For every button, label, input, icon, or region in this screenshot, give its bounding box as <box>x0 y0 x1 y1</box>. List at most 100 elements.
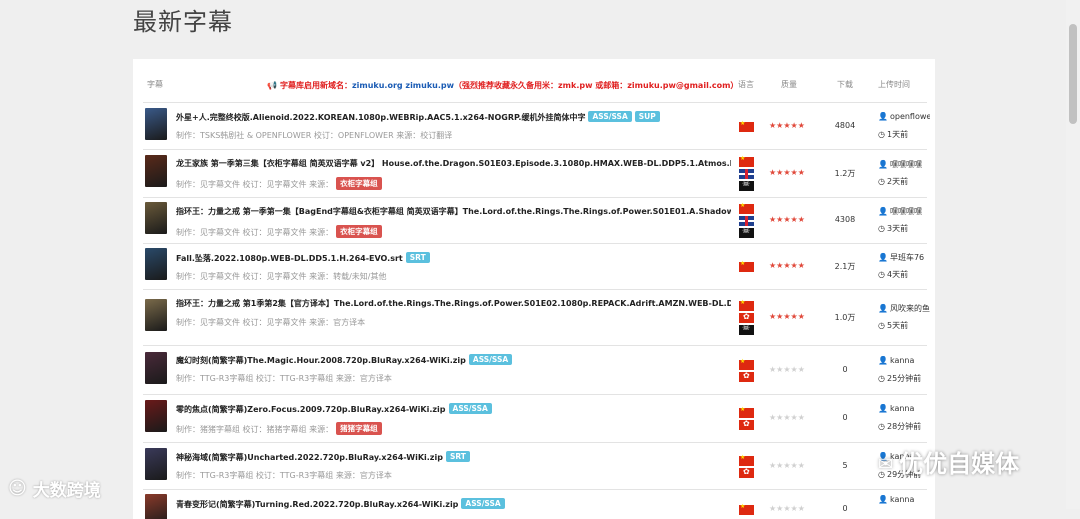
subtitle-title-link[interactable]: 青春变形记(简繁字幕)Turning.Red.2022.720p.BluRay.… <box>176 498 505 510</box>
table-row[interactable]: 神秘海域(简繁字幕)Uncharted.2022.720p.BluRay.x26… <box>133 443 935 490</box>
uploader[interactable]: 👤 嘿嘿嘿嘿 <box>878 206 922 217</box>
watermark-right-text: 优优自媒体 <box>899 450 1020 478</box>
clock-icon: ◷ <box>878 422 885 431</box>
upload-time-text: 25分钟前 <box>886 373 922 383</box>
subtitle-meta: 制作：TTG-R3字幕组 校订：TTG-R3字幕组 来源：官方译本 <box>176 373 392 384</box>
format-badge: SRT <box>445 451 470 462</box>
format-badge: ASS/SSA <box>468 354 513 365</box>
table-row[interactable]: Fall.坠落.2022.1080p.WEB-DL.DD5.1.H.264-EV… <box>133 244 935 290</box>
rating-stars: ★★★★★ <box>769 365 805 374</box>
uploader-name[interactable]: 嘿嘿嘿嘿 <box>890 160 922 169</box>
cn-flag-icon <box>739 120 754 132</box>
clock-icon: ◷ <box>878 177 885 186</box>
table-row[interactable]: 指环王：力量之戒 第1季第2集【官方译本】The.Lord.of.the.Rin… <box>133 290 935 346</box>
upload-time: ◷ 3天前 <box>878 223 908 234</box>
poster-thumbnail[interactable] <box>145 299 167 331</box>
star-icon: ★ <box>783 460 791 470</box>
subtitle-title-text[interactable]: Fall.坠落.2022.1080p.WEB-DL.DD5.1.H.264-EV… <box>176 254 403 263</box>
uploader-name[interactable]: 风吹来的鱼 <box>890 304 930 313</box>
poster-thumbnail[interactable] <box>145 202 167 234</box>
uploader[interactable]: 👤openflower <box>878 112 930 121</box>
subtitle-title-link[interactable]: 魔幻时刻(简繁字幕)The.Magic.Hour.2008.720p.BluRa… <box>176 354 513 366</box>
subtitle-meta-text: 制作：见字幕文件 校订：见字幕文件 来源： <box>176 228 334 237</box>
subtitle-title-link[interactable]: Fall.坠落.2022.1080p.WEB-DL.DD5.1.H.264-EV… <box>176 252 430 264</box>
table-row[interactable]: 指环王：力量之戒 第一季第一集【BagEnd字幕组&衣柜字幕组 简英双语字幕】T… <box>133 198 935 244</box>
upload-time: ◷ 25分钟前 <box>878 373 921 384</box>
clock-icon: ◷ <box>878 224 885 233</box>
star-icon: ★ <box>790 312 798 321</box>
download-count: 1.2万 <box>834 169 856 178</box>
notice-domains[interactable]: zimuku.org zimuku.pw <box>352 81 454 90</box>
column-header-downloads: 下载 <box>837 80 853 89</box>
star-icon: ★ <box>783 364 791 374</box>
subtitle-title-text[interactable]: 青春变形记(简繁字幕)Turning.Red.2022.720p.BluRay.… <box>176 500 458 509</box>
uploader-name[interactable]: kanna <box>890 356 914 365</box>
uploader-name[interactable]: 早班车76 <box>890 253 924 262</box>
subtitle-meta-text: 制作：见字幕文件 校订：见字幕文件 来源：官方译本 <box>176 318 366 327</box>
cn-flag-icon <box>739 155 754 167</box>
subtitle-title-text[interactable]: 神秘海域(简繁字幕)Uncharted.2022.720p.BluRay.x26… <box>176 453 443 462</box>
source-badge[interactable]: 衣柜字幕组 <box>336 177 382 190</box>
poster-thumbnail[interactable] <box>145 107 167 140</box>
subtitle-title-link[interactable]: 零的焦点(简繁字幕)Zero.Focus.2009.720p.BluRay.x2… <box>176 403 492 415</box>
uploader[interactable]: 👤 早班车76 <box>878 252 924 263</box>
uploader-name[interactable]: 嘿嘿嘿嘿 <box>890 207 922 216</box>
upload-time: ◷ 28分钟前 <box>878 421 921 432</box>
uploader-name[interactable]: kanna <box>890 404 914 413</box>
cn-flag-icon <box>739 299 754 311</box>
table-row[interactable]: 龙王家族 第一季第三集【衣柜字幕组 简英双语字幕 v2】 House.of.th… <box>133 150 935 198</box>
source-badge[interactable]: 衣柜字幕组 <box>336 225 382 238</box>
subtitle-meta: 制作：猪猪字幕组 校订：猪猪字幕组 来源： 猪猪字幕组 <box>176 422 382 435</box>
user-icon: 👤 <box>878 404 888 413</box>
subtitle-meta: 制作：TSKS韩剧社 & OPENFLOWER 校订：OPENFLOWER 来源… <box>176 130 452 141</box>
subtitle-title-link[interactable]: 外星+人.完整终校版.Alienoid.2022.KOREAN.1080p.WE… <box>176 111 660 123</box>
poster-thumbnail[interactable] <box>145 351 167 384</box>
watermark-left-text: 大数跨境 <box>32 481 101 501</box>
star-icon: ★ <box>790 460 798 470</box>
subtitle-title-text[interactable]: 魔幻时刻(简繁字幕)The.Magic.Hour.2008.720p.BluRa… <box>176 356 466 365</box>
subtitle-title-link[interactable]: 指环王：力量之戒 第一季第一集【BagEnd字幕组&衣柜字幕组 简英双语字幕】T… <box>176 206 731 217</box>
subtitle-title-text[interactable]: 外星+人.完整终校版.Alienoid.2022.KOREAN.1080p.WE… <box>176 113 585 122</box>
uploader-name[interactable]: kanna <box>890 495 914 504</box>
star-icon: ★ <box>783 168 791 177</box>
cn-flag-icon <box>739 503 754 515</box>
subtitle-title-link[interactable]: 龙王家族 第一季第三集【衣柜字幕组 简英双语字幕 v2】 House.of.th… <box>176 158 731 169</box>
download-count: 0 <box>842 364 848 374</box>
user-icon: 👤 <box>878 111 888 121</box>
subtitle-meta: 制作：TTG-R3字幕组 校订：TTG-R3字幕组 来源：官方译本 <box>176 470 392 481</box>
table-row[interactable]: 青春变形记(简繁字幕)Turning.Red.2022.720p.BluRay.… <box>133 490 935 519</box>
uploader[interactable]: 👤 kanna <box>878 404 914 413</box>
column-header-rating: 质量 <box>781 80 797 89</box>
uploader-name[interactable]: openflower <box>890 112 930 121</box>
scrollbar-track[interactable] <box>1066 0 1080 509</box>
uploader[interactable]: 👤 嘿嘿嘿嘿 <box>878 159 922 170</box>
subtitle-title-text[interactable]: 零的焦点(简繁字幕)Zero.Focus.2009.720p.BluRay.x2… <box>176 405 446 414</box>
poster-thumbnail[interactable] <box>145 400 167 432</box>
star-icon: ★ <box>797 120 805 130</box>
cn-flag-icon <box>739 358 754 370</box>
table-row[interactable]: 外星+人.完整终校版.Alienoid.2022.KOREAN.1080p.WE… <box>133 103 935 150</box>
cn-flag-icon <box>739 406 754 418</box>
scrollbar-thumb[interactable] <box>1069 24 1077 124</box>
uploader[interactable]: 👤 kanna <box>878 356 914 365</box>
poster-thumbnail[interactable] <box>145 447 167 480</box>
watermark-right: ✉ 优优自媒体 <box>878 444 1019 479</box>
subtitle-title-text[interactable]: 指环王：力量之戒 第一季第一集【BagEnd字幕组&衣柜字幕组 简英双语字幕】T… <box>176 207 731 216</box>
uploader[interactable]: 👤 风吹来的鱼 <box>878 303 930 314</box>
subtitle-title-link[interactable]: 神秘海域(简繁字幕)Uncharted.2022.720p.BluRay.x26… <box>176 451 470 463</box>
star-icon: ★ <box>783 120 791 130</box>
poster-thumbnail[interactable] <box>145 155 167 187</box>
poster-thumbnail[interactable] <box>145 248 167 280</box>
subtitle-title-link[interactable]: 指环王：力量之戒 第1季第2集【官方译本】The.Lord.of.the.Rin… <box>176 298 731 309</box>
subtitle-title-text[interactable]: 龙王家族 第一季第三集【衣柜字幕组 简英双语字幕 v2】 House.of.th… <box>176 159 731 168</box>
column-header-subtitle: 字幕 <box>147 80 163 89</box>
upload-time-text: 1天前 <box>886 129 909 139</box>
table-row[interactable]: 魔幻时刻(简繁字幕)The.Magic.Hour.2008.720p.BluRa… <box>133 346 935 395</box>
upload-time: ◷ 2天前 <box>878 176 908 187</box>
poster-thumbnail[interactable] <box>145 494 167 519</box>
star-icon: ★ <box>790 261 798 270</box>
subtitle-title-text[interactable]: 指环王：力量之戒 第1季第2集【官方译本】The.Lord.of.the.Rin… <box>176 299 731 308</box>
uploader[interactable]: 👤 kanna <box>878 495 914 504</box>
source-badge[interactable]: 猪猪字幕组 <box>336 422 382 435</box>
table-row[interactable]: 零的焦点(简繁字幕)Zero.Focus.2009.720p.BluRay.x2… <box>133 395 935 443</box>
